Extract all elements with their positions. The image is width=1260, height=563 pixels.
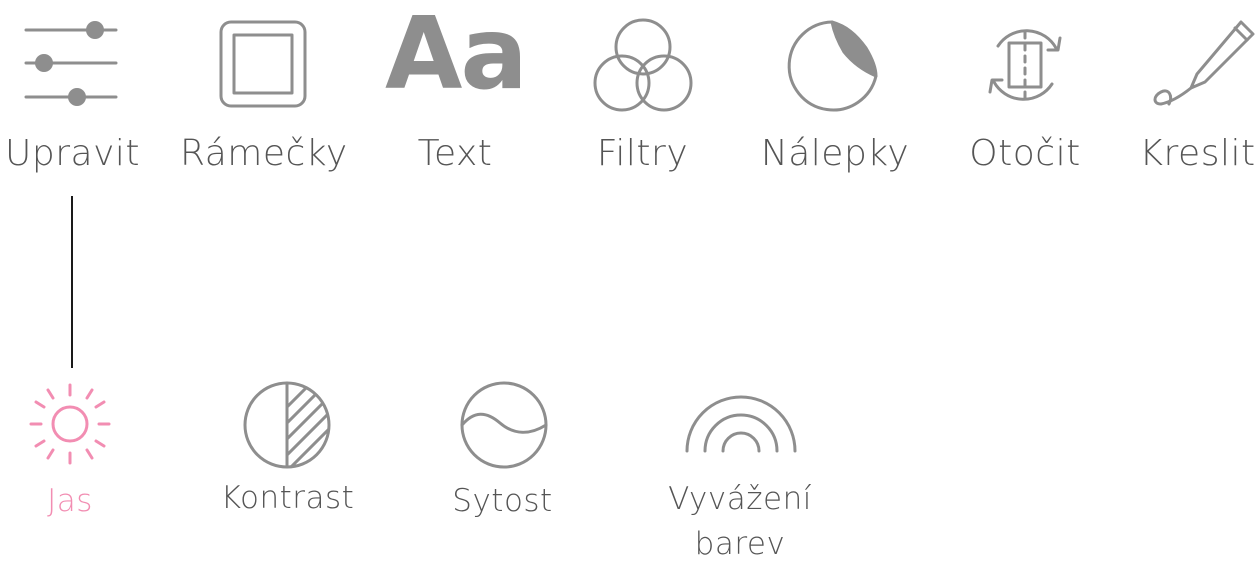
adjust-item-sytost-label: Sytost [452,483,553,519]
adjust-item-vyvazeni-barev[interactable]: Vyvážení barev [660,375,820,563]
adjust-item-kontrast[interactable]: Kontrast [215,375,360,525]
pen-icon [1153,20,1255,106]
tool-text[interactable]: Aa Text [380,0,530,180]
tool-kreslit-label: Kreslit [1139,133,1256,174]
adjust-item-sytost[interactable]: Sytost [435,375,570,525]
tool-otocit-label: Otočit [969,133,1081,174]
tool-kreslit[interactable]: Kreslit [1135,0,1260,180]
saturation-icon [460,381,548,469]
adjust-item-jas-label: Jas [47,483,93,519]
tool-otocit[interactable]: Otočit [955,0,1095,180]
tool-upravit-label: Upravit [5,133,140,174]
tool-ramecky-label: Rámečky [180,133,348,174]
rotate-icon [988,29,1062,101]
tool-ramecky[interactable]: Rámečky [180,0,348,180]
adjust-item-jas[interactable]: Jas [15,375,125,525]
adjust-item-vyvazeni-label-line2: barev [694,526,786,562]
selection-connector-line [71,196,73,368]
sliders-icon [24,21,118,106]
filters-icon [593,18,693,112]
tool-filtry-label: Filtry [596,133,689,174]
text-icon: Aa [385,0,528,112]
contrast-icon [243,381,331,469]
tool-filtry[interactable]: Filtry [575,0,710,180]
tool-nalepky[interactable]: Nálepky [760,0,910,180]
adjust-item-kontrast-label: Kontrast [220,480,355,516]
adjust-item-vyvazeni-label-line1: Vyvážení [668,481,812,517]
brightness-icon [29,383,111,465]
tool-text-label: Text [417,133,493,174]
color-balance-icon [685,395,797,453]
tool-upravit[interactable]: Upravit [0,0,145,180]
sticker-icon [787,20,878,112]
tool-nalepky-label: Nálepky [760,133,910,174]
frame-icon [219,20,307,108]
